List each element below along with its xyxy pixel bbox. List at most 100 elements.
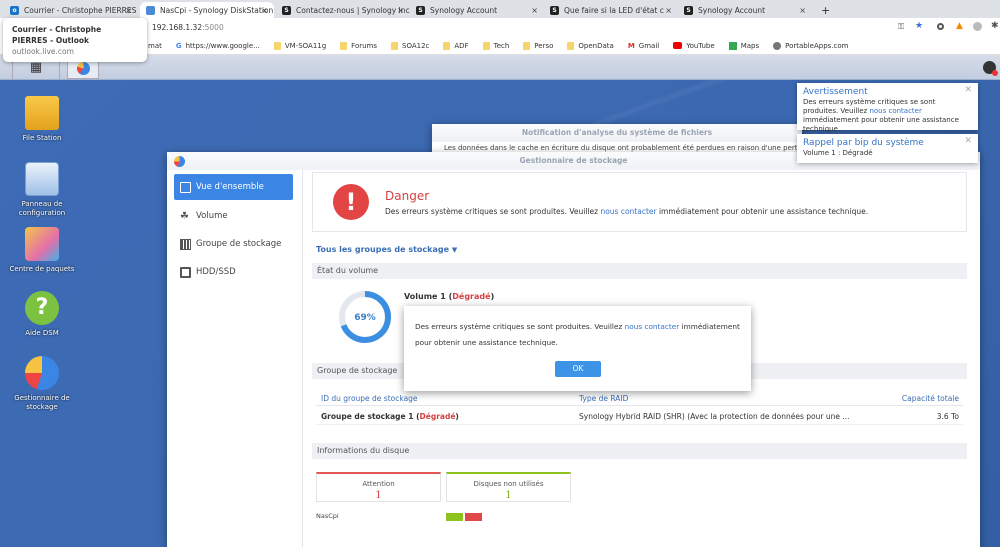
- gmail-icon: M: [627, 41, 635, 50]
- card-unused-disks[interactable]: Disques non utilisés 1: [446, 472, 571, 502]
- section-disk-info: Informations du disque: [312, 443, 967, 459]
- folder-icon: [273, 41, 281, 50]
- tab-diskstation[interactable]: NasCpi - Synology DiskStation ×: [140, 2, 274, 18]
- card-attention[interactable]: Attention 1: [316, 472, 441, 502]
- desktop-icon-package-center[interactable]: Centre de paquets: [7, 227, 77, 274]
- maps-icon: [728, 41, 737, 50]
- pool-filter-dropdown[interactable]: Tous les groupes de stockage ▼: [316, 245, 457, 254]
- puzzle-icon[interactable]: ✱: [991, 21, 999, 31]
- volume-usage-donut: 69%: [339, 291, 391, 343]
- close-icon[interactable]: ✕: [964, 86, 972, 95]
- close-tab-icon[interactable]: ×: [261, 6, 268, 15]
- close-tab-icon[interactable]: ×: [531, 6, 538, 15]
- close-tab-icon[interactable]: ×: [125, 6, 132, 15]
- storage-manager-icon: [174, 156, 185, 167]
- bookmark[interactable]: mat: [148, 42, 162, 50]
- key-icon[interactable]: ⚿: [898, 22, 904, 32]
- tab-bar: o Courrier - Christophe PIERRES - O × NasC…: [0, 0, 1000, 18]
- bookmark[interactable]: YouTube: [673, 42, 715, 50]
- danger-panel: ! Danger Des erreurs système critiques s…: [312, 172, 967, 232]
- star-icon[interactable]: ★: [915, 21, 923, 31]
- nas-name: NasCpi: [316, 512, 339, 520]
- ok-button[interactable]: OK: [555, 361, 601, 377]
- bookmarks-bar: mat Ghttps://www.google... VM-SOA11g For…: [0, 37, 1000, 55]
- desktop-icon-help[interactable]: ? Aide DSM: [7, 291, 77, 338]
- new-tab-button[interactable]: +: [815, 2, 836, 18]
- synology-icon: S: [416, 5, 425, 15]
- tab-led[interactable]: SQue faire si la LED d'état clignote×: [544, 2, 678, 18]
- folder-icon: [567, 41, 575, 50]
- close-tab-icon[interactable]: ×: [397, 6, 404, 15]
- outlook-icon: o: [10, 5, 19, 15]
- desktop-icon-storage-manager[interactable]: Gestionnaire de stockage: [7, 356, 77, 412]
- tab-account-2[interactable]: S Synology Account ×: [678, 2, 812, 18]
- bookmark[interactable]: OpenData: [567, 41, 614, 50]
- contact-link[interactable]: nous contacter: [869, 107, 921, 115]
- notification-warning[interactable]: Avertissement ✕ Des erreurs système crit…: [797, 83, 978, 133]
- danger-icon: !: [333, 184, 369, 220]
- folder-icon: [443, 41, 451, 50]
- disk-slot-ok[interactable]: [446, 513, 463, 521]
- notification-beep[interactable]: Rappel par bip du système ✕ Volume 1 : D…: [797, 134, 978, 163]
- tab-account[interactable]: S Synology Account ×: [410, 2, 544, 18]
- storage-pool-icon: [180, 238, 191, 250]
- disk-slot-error[interactable]: [465, 513, 482, 521]
- dsm-icon: [146, 5, 155, 15]
- contact-link[interactable]: nous contacter: [625, 322, 680, 331]
- chevron-down-icon: ▼: [451, 246, 458, 254]
- danger-message: Des erreurs système critiques se sont pr…: [385, 207, 869, 216]
- folder-icon: [391, 41, 399, 50]
- folder-icon: [523, 41, 531, 50]
- danger-title: Danger: [385, 189, 430, 203]
- synology-icon: S: [282, 5, 291, 15]
- package-icon: [25, 227, 59, 261]
- alert-message: Des erreurs système critiques se sont pr…: [415, 322, 740, 347]
- synology-icon: S: [684, 5, 693, 15]
- volume-icon: ☘: [180, 210, 189, 222]
- close-tab-icon[interactable]: ×: [799, 6, 806, 15]
- bookmark[interactable]: M Gmail: [628, 42, 659, 50]
- contact-link[interactable]: nous contacter: [600, 207, 656, 216]
- hdd-icon: [180, 266, 191, 278]
- portableapps-icon: [773, 41, 782, 50]
- extension-icon[interactable]: [973, 22, 982, 31]
- desktop-icon-file-station[interactable]: File Station: [7, 96, 77, 143]
- url-input[interactable]: 192.168.1.32:5000: [152, 23, 224, 32]
- google-icon: G: [175, 41, 182, 50]
- section-volume-status: État du volume: [312, 263, 967, 279]
- desktop-icon-control-panel[interactable]: Panneau de configuration: [7, 162, 77, 218]
- bookmark[interactable]: SOA12c: [391, 41, 429, 50]
- bookmark[interactable]: Forums: [340, 41, 377, 50]
- extension-icon[interactable]: [937, 23, 944, 30]
- notification-icon[interactable]: [983, 61, 998, 76]
- sidebar-item-volume[interactable]: ☘ Volume: [174, 203, 293, 229]
- pool-table-header: ID du groupe de stockage Type de RAID Ca…: [316, 390, 963, 406]
- control-panel-icon: [25, 162, 59, 196]
- table-row[interactable]: Groupe de stockage 1 (Dégradé) Synology …: [316, 407, 963, 425]
- help-icon: ?: [25, 291, 59, 325]
- folder-icon: [25, 96, 59, 130]
- bookmark[interactable]: Perso: [523, 41, 553, 50]
- sidebar-item-overview[interactable]: Vue d'ensemble: [174, 174, 293, 200]
- address-bar[interactable]: 192.168.1.32:5000 ⚿ ★ ▲ ✱: [0, 18, 1000, 37]
- tab-contact[interactable]: S Contactez-nous | Synology Inc. ×: [276, 2, 410, 18]
- bookmark[interactable]: ADF: [443, 41, 469, 50]
- bookmark[interactable]: Maps: [728, 41, 759, 50]
- vlc-icon[interactable]: ▲: [956, 21, 963, 31]
- storage-manager-icon: [25, 356, 59, 390]
- bookmark[interactable]: Tech: [482, 41, 509, 50]
- close-tab-icon[interactable]: ×: [665, 6, 672, 15]
- sidebar-item-storage-pool[interactable]: Groupe de stockage: [174, 231, 293, 257]
- sidebar-item-hdd-ssd[interactable]: HDD/SSD: [174, 259, 293, 285]
- tab-outlook[interactable]: o Courrier - Christophe PIERRES - O ×: [4, 2, 138, 18]
- volume-name: Volume 1 (Dégradé): [404, 292, 495, 301]
- youtube-icon: [673, 42, 683, 49]
- storage-manager-icon: [77, 62, 90, 75]
- dsm-taskbar: ▦: [0, 55, 1000, 80]
- alert-dialog: Des erreurs système critiques se sont pr…: [404, 306, 751, 391]
- bookmark[interactable]: PortableApps.com: [773, 41, 848, 50]
- bookmark[interactable]: VM-SOA11g: [273, 41, 326, 50]
- close-icon[interactable]: ✕: [964, 137, 972, 146]
- bookmark[interactable]: Ghttps://www.google...: [176, 42, 260, 50]
- usage-label: 69%: [354, 313, 376, 323]
